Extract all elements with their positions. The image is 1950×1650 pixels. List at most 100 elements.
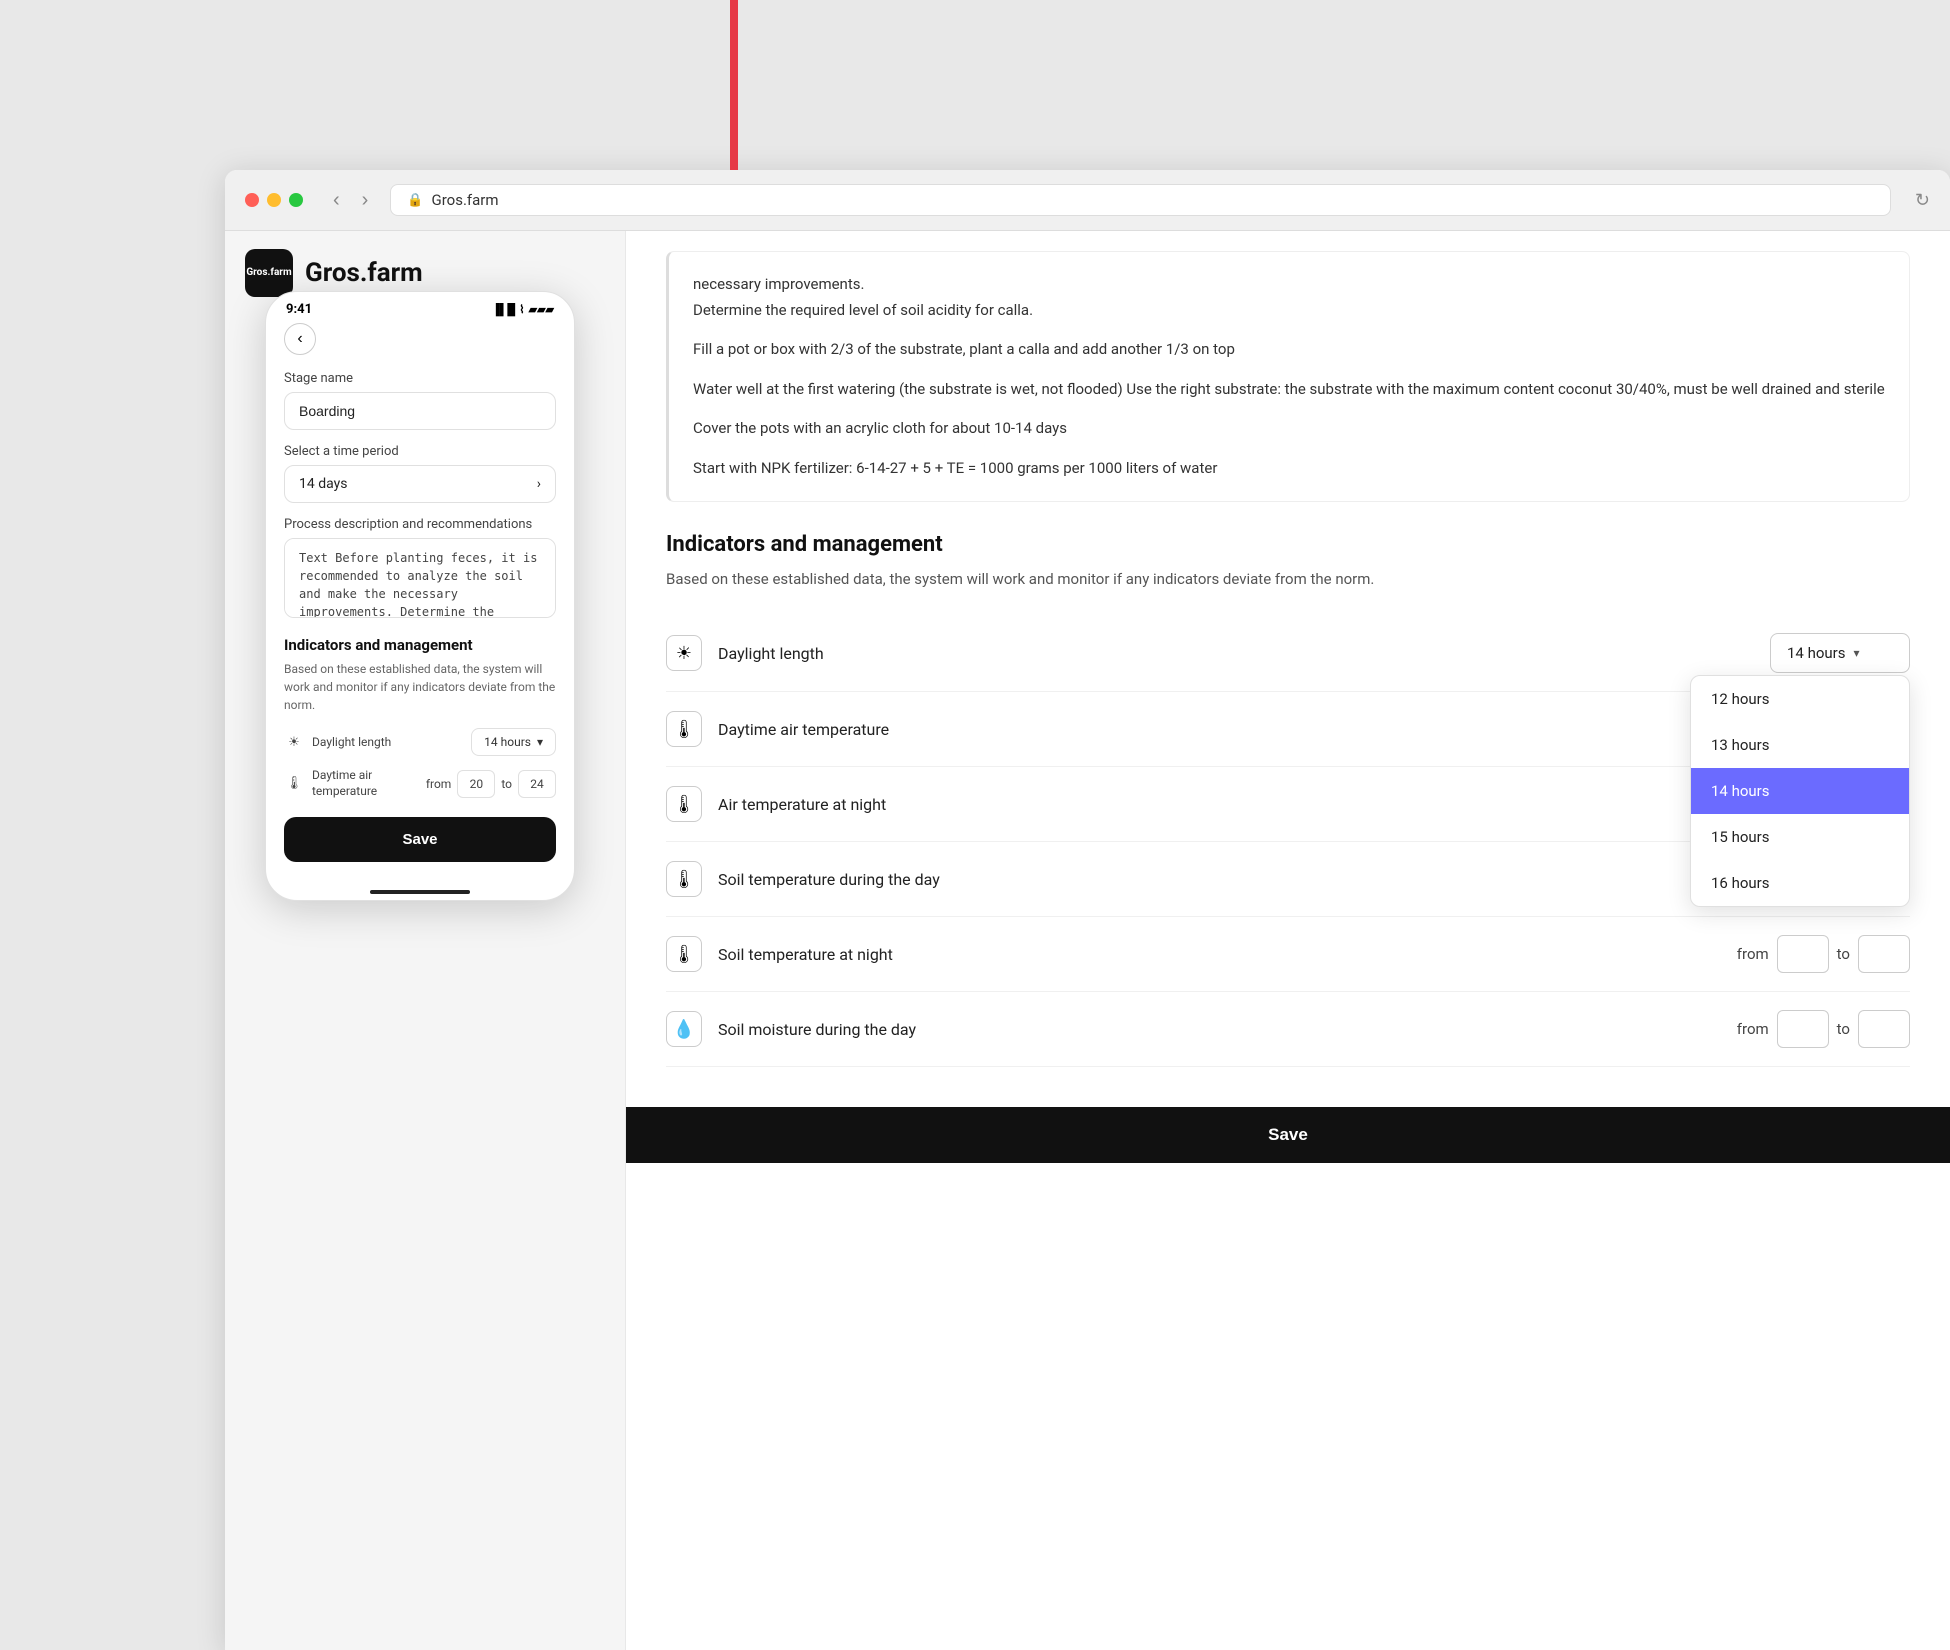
phone-mockup: 9:41 ▐▌█ ⌇ ▰▰▰ ‹ Stage name — [265, 291, 575, 901]
text-line-2: Fill a pot or box with 2/3 of the substr… — [693, 337, 1885, 363]
web-soil-moisture-row: 💧 Soil moisture during the day from to — [666, 992, 1910, 1067]
stage-name-label: Stage name — [284, 371, 556, 386]
web-daylight-value: 14 hours — [1787, 644, 1846, 662]
web-soil-night-temp-control: from to — [1737, 935, 1910, 973]
phone-daytime-temp-range: from 20 to 24 — [426, 770, 556, 798]
address-text: Gros.farm — [432, 191, 499, 209]
web-soil-night-from-input[interactable] — [1777, 935, 1829, 973]
phone-indicators-title: Indicators and management — [284, 636, 556, 654]
phone-daytime-from-box[interactable]: 20 — [457, 770, 495, 798]
dropdown-item-14[interactable]: 14 hours — [1691, 768, 1909, 814]
web-droplet-icon: 💧 — [666, 1011, 702, 1047]
browser-titlebar: ‹ › 🔒 Gros.farm ↻ — [225, 170, 1950, 231]
left-panel: Gros. farm Gros.farm 9:41 ▐▌█ ⌇ ▰▰▰ — [225, 231, 625, 1650]
dropdown-item-15[interactable]: 15 hours — [1691, 814, 1909, 860]
lock-icon: 🔒 — [407, 193, 423, 208]
web-moisture-from-input[interactable] — [1777, 1010, 1829, 1048]
text-line-3: Water well at the first watering (the su… — [693, 377, 1885, 403]
phone-daytime-to-box[interactable]: 24 — [518, 770, 556, 798]
text-line-4: Cover the pots with an acrylic cloth for… — [693, 416, 1885, 442]
web-moisture-to-input[interactable] — [1858, 1010, 1910, 1048]
time-period-select[interactable]: 14 days › — [284, 465, 556, 503]
browser-window: ‹ › 🔒 Gros.farm ↻ Gros. farm Gros.farm — [225, 170, 1950, 1650]
wifi-icon: ⌇ — [519, 303, 524, 316]
time-period-label: Select a time period — [284, 444, 556, 459]
web-thermometer1-icon: 🌡 — [666, 711, 702, 747]
address-bar[interactable]: 🔒 Gros.farm — [390, 184, 1891, 216]
web-thermometer3-icon: 🌡 — [666, 861, 702, 897]
back-button[interactable]: ‹ — [327, 187, 346, 214]
web-save-button[interactable]: Save — [666, 1125, 1910, 1145]
process-desc-label: Process description and recommendations — [284, 517, 556, 532]
phone-daylight-dropdown[interactable]: 14 hours ▾ — [471, 728, 556, 756]
traffic-light-yellow[interactable] — [267, 193, 281, 207]
stage-name-input[interactable] — [284, 392, 556, 430]
web-soil-night-to-input[interactable] — [1858, 935, 1910, 973]
web-dropdown-overlay: 12 hours 13 hours 14 hours 15 hours 16 h… — [1690, 675, 1910, 907]
web-night-temp-name: Air temperature at night — [718, 795, 1737, 814]
web-daylight-control: 14 hours ▾ — [1770, 633, 1910, 673]
phone-sun-icon: ☀ — [284, 732, 304, 752]
right-panel: necessary improvements.Determine the req… — [625, 231, 1950, 1650]
web-soil-night-temp-row: 🌡 Soil temperature at night from to — [666, 917, 1910, 992]
traffic-light-red[interactable] — [245, 193, 259, 207]
phone-back-button[interactable]: ‹ — [284, 323, 316, 355]
web-daylight-name: Daylight length — [718, 644, 1770, 663]
web-daylight-dropdown[interactable]: 14 hours ▾ — [1770, 633, 1910, 673]
phone-chevron-down-icon: ▾ — [537, 735, 543, 749]
chevron-right-icon: › — [537, 476, 541, 492]
web-content: necessary improvements.Determine the req… — [626, 231, 1950, 1107]
web-daytime-temp-name: Daytime air temperature — [718, 720, 1737, 739]
refresh-button[interactable]: ↻ — [1915, 190, 1930, 211]
dropdown-item-12[interactable]: 12 hours — [1691, 676, 1909, 722]
red-line — [730, 0, 738, 170]
process-desc-input[interactable]: Text Before planting feces, it is recomm… — [284, 538, 556, 618]
web-thermometer4-icon: 🌡 — [666, 936, 702, 972]
battery-icon: ▰▰▰ — [529, 303, 554, 316]
web-soil-night-temp-name: Soil temperature at night — [718, 945, 1737, 964]
phone-content: ‹ Stage name Select a time period 14 day… — [266, 323, 574, 882]
phone-back-icon: ‹ — [297, 330, 302, 348]
phone-daylight-row: ☀ Daylight length 14 hours ▾ — [284, 728, 556, 756]
phone-save-button[interactable]: Save — [284, 817, 556, 862]
traffic-lights — [245, 193, 303, 207]
logo-line1: Gros. — [246, 267, 270, 279]
web-soil-moisture-name: Soil moisture during the day — [718, 1020, 1737, 1039]
phone-indicators-desc: Based on these established data, the sys… — [284, 660, 556, 714]
phone-thermometer-icon: 🌡 — [284, 774, 304, 794]
text-line-5: Start with NPK fertilizer: 6-14-27 + 5 +… — [693, 456, 1885, 482]
scrollable-text-block: necessary improvements.Determine the req… — [666, 251, 1910, 502]
web-chevron-down-icon: ▾ — [1854, 646, 1860, 660]
phone-home-indicator — [266, 882, 574, 900]
signal-icon: ▐▌█ — [492, 303, 515, 316]
web-moisture-from-label: from — [1737, 1020, 1769, 1038]
web-soil-night-to-label: to — [1837, 945, 1850, 963]
dropdown-item-16[interactable]: 16 hours — [1691, 860, 1909, 906]
web-daylight-row: ☀ Daylight length 14 hours ▾ 12 hours 13… — [666, 615, 1910, 692]
traffic-light-green[interactable] — [289, 193, 303, 207]
phone-daytime-temp-label: 🌡 Daytime air temperature — [284, 768, 412, 799]
web-thermometer2-icon: 🌡 — [666, 786, 702, 822]
phone-daylight-value: 14 hours — [484, 735, 531, 749]
web-sun-icon: ☀ — [666, 635, 702, 671]
dropdown-item-13[interactable]: 13 hours — [1691, 722, 1909, 768]
text-line-1: necessary improvements.Determine the req… — [693, 272, 1885, 323]
gros-logo-icon: Gros. farm — [245, 249, 293, 297]
phone-status-icons: ▐▌█ ⌇ ▰▰▰ — [492, 303, 554, 316]
web-section-desc: Based on these established data, the sys… — [666, 567, 1910, 591]
phone-daytime-temp-row: 🌡 Daytime air temperature from 20 to 24 — [284, 768, 556, 799]
logo-line2: farm — [270, 267, 291, 279]
web-moisture-to-label: to — [1837, 1020, 1850, 1038]
forward-button[interactable]: › — [356, 187, 375, 214]
web-section-title: Indicators and management — [666, 532, 1910, 557]
web-save-bar: Save — [626, 1107, 1950, 1163]
time-period-value: 14 days — [299, 476, 347, 492]
web-soil-moisture-control: from to — [1737, 1010, 1910, 1048]
web-soil-day-temp-name: Soil temperature during the day — [718, 870, 1737, 889]
web-soil-night-from-label: from — [1737, 945, 1769, 963]
nav-buttons: ‹ › — [327, 187, 374, 214]
phone-status-bar: 9:41 ▐▌█ ⌇ ▰▰▰ — [266, 292, 574, 323]
browser-content: Gros. farm Gros.farm 9:41 ▐▌█ ⌇ ▰▰▰ — [225, 231, 1950, 1650]
phone-daylight-label: ☀ Daylight length — [284, 732, 391, 752]
home-bar — [370, 890, 470, 894]
